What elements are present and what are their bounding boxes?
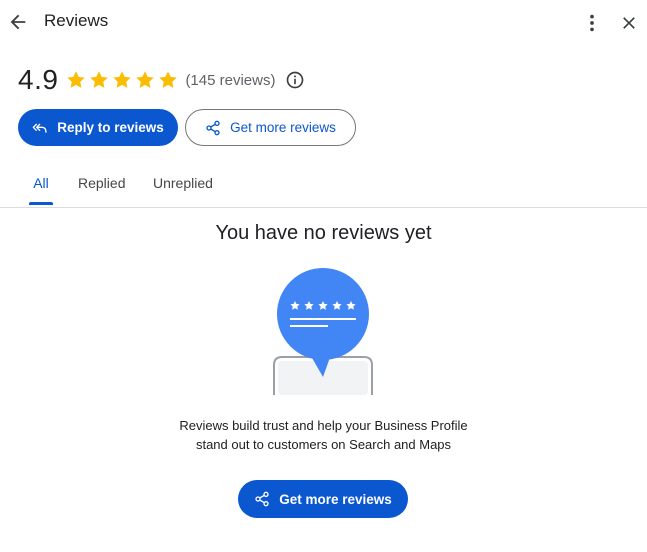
rating-summary: 4.9 (145 reviews) <box>18 64 305 96</box>
more-options-button[interactable] <box>580 9 604 37</box>
close-button[interactable] <box>616 9 642 37</box>
empty-state-line-2: stand out to customers on Search and Map… <box>195 437 452 452</box>
review-tabs: All Replied Unreplied <box>0 160 647 208</box>
arrow-back-icon <box>10 14 26 30</box>
close-icon <box>623 17 635 29</box>
share-icon <box>254 491 270 507</box>
rating-value: 4.9 <box>18 64 59 95</box>
active-tab-indicator <box>29 202 53 205</box>
more-vert-icon <box>590 14 594 32</box>
back-button[interactable] <box>4 8 32 36</box>
tab-unreplied[interactable]: Unreplied <box>153 160 213 206</box>
star-icon <box>159 71 178 88</box>
reply-all-icon <box>32 121 48 135</box>
share-icon <box>205 120 221 136</box>
star-icon <box>136 71 155 88</box>
star-icon <box>67 71 86 88</box>
star-icon <box>113 71 132 88</box>
empty-state-description: Reviews build trust and help your Busine… <box>0 416 647 454</box>
star-icon <box>90 71 109 88</box>
reviews-illustration <box>268 265 378 397</box>
reply-to-reviews-button[interactable]: Reply to reviews <box>18 109 178 146</box>
empty-state-get-more-reviews-button[interactable]: Get more reviews <box>238 480 408 518</box>
tab-replied[interactable]: Replied <box>78 160 125 206</box>
empty-state-cta-label: Get more reviews <box>279 491 392 507</box>
info-button[interactable] <box>285 70 305 90</box>
reply-to-reviews-label: Reply to reviews <box>57 120 164 135</box>
star-rating <box>65 69 179 91</box>
get-more-reviews-label: Get more reviews <box>230 120 336 135</box>
review-count: (145 reviews) <box>185 71 276 89</box>
empty-state-title: You have no reviews yet <box>215 222 432 244</box>
info-icon <box>287 71 304 89</box>
tab-all[interactable]: All <box>29 160 53 206</box>
empty-state-line-1: Reviews build trust and help your Busine… <box>179 418 468 433</box>
get-more-reviews-button[interactable]: Get more reviews <box>185 109 356 146</box>
page-title: Reviews <box>44 11 109 30</box>
